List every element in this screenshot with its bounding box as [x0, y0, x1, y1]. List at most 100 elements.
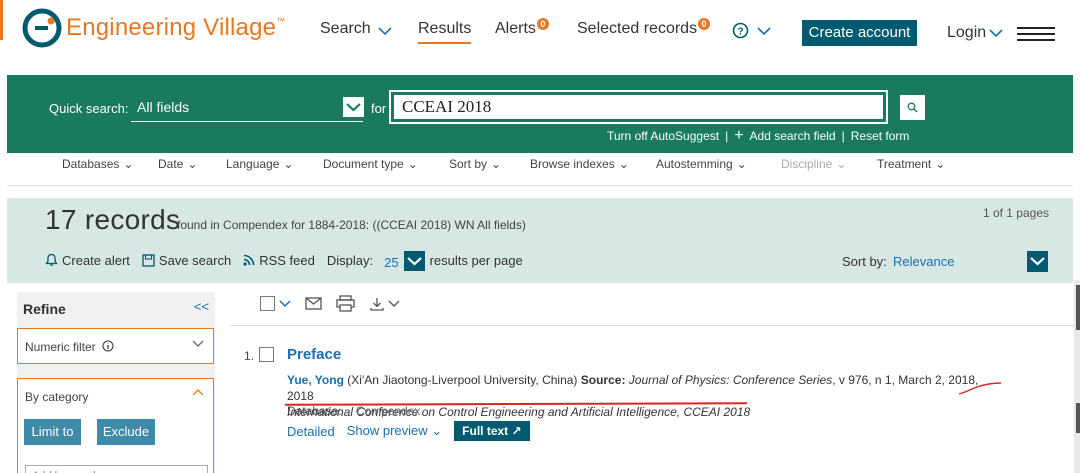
display-label: Display: [326, 252, 374, 268]
rss-icon [243, 254, 255, 266]
filter-label: Autostemming [656, 157, 733, 171]
logo-text: Engineering Village [66, 14, 277, 41]
filter-bar: Databases ⌄ Date ⌄ Language ⌄ Document type… [7, 153, 1073, 186]
filter-browse-indexes[interactable]: Browse indexes ⌄ [530, 157, 629, 171]
red-annotation-squiggle [958, 382, 1002, 395]
filter-label: Discipline [781, 157, 833, 171]
sort-select[interactable]: Relevance [893, 254, 1011, 269]
nav-alerts-label: Alerts [495, 20, 536, 37]
search-icon [907, 102, 918, 113]
nav-selected-records[interactable]: Selected records 0 [577, 18, 711, 38]
nav-login[interactable]: Login [947, 24, 1003, 42]
search-input[interactable]: CCEAI 2018 [389, 90, 888, 124]
filter-label: Sort by [449, 157, 488, 171]
numeric-filter-label: Numeric filter [25, 340, 96, 354]
ev-logo[interactable]: Engineering Village™ [22, 8, 285, 48]
chevron-down-icon: ⌄ [618, 157, 629, 171]
filter-databases[interactable]: Databases ⌄ [62, 157, 133, 171]
scrollbar-thumb[interactable] [1076, 285, 1080, 330]
search-info: found in Compendex for 1884-2018: ((CCEA… [177, 218, 526, 232]
chevron-down-icon: ⌄ [407, 157, 418, 171]
select-all-control[interactable] [260, 296, 291, 311]
search-links: Turn off AutoSuggest | + Add search fiel… [607, 127, 910, 144]
search-field-select[interactable]: All fields [131, 95, 363, 122]
detailed-link[interactable]: Detailed [287, 424, 335, 439]
database-row: Database: Compendex [287, 404, 420, 418]
filter-language[interactable]: Language ⌄ [226, 157, 293, 171]
create-account-button[interactable]: Create account [802, 20, 917, 46]
rss-feed-button[interactable]: RSS feed [243, 253, 315, 268]
select-all-checkbox[interactable] [260, 296, 275, 311]
collapse-refine-button[interactable]: << [194, 299, 209, 314]
ev-logo-icon [22, 8, 62, 48]
email-icon[interactable] [305, 297, 322, 310]
download-control[interactable] [369, 296, 400, 312]
nav-help[interactable]: ? [732, 22, 771, 39]
results-actions: Create alert Save search RSS feed Displa… [45, 250, 523, 271]
scrollbar-thumb-secondary[interactable] [1076, 403, 1080, 433]
bell-icon [45, 253, 58, 266]
filter-treatment[interactable]: Treatment ⌄ [877, 157, 945, 171]
filter-date[interactable]: Date ⌄ [158, 157, 197, 171]
create-alert-button[interactable]: Create alert [45, 253, 130, 268]
author-link[interactable]: Yue, Yong [287, 373, 344, 387]
chevron-up-icon[interactable] [192, 388, 204, 398]
sort-label: Sort by: [842, 254, 887, 269]
display-value[interactable]: 25 [384, 255, 398, 270]
filter-discipline: Discipline ⌄ [781, 157, 846, 171]
nav-login-label: Login [947, 24, 987, 41]
by-category-label[interactable]: By category [25, 390, 88, 404]
save-search-button[interactable]: Save search [142, 253, 231, 268]
nav-alerts[interactable]: Alerts 0 [495, 18, 549, 38]
save-search-label: Save search [158, 252, 232, 268]
show-preview-label: Show preview [346, 423, 428, 438]
filter-autostemming[interactable]: Autostemming ⌄ [656, 157, 747, 171]
alerts-badge: 0 [536, 18, 549, 30]
external-link-icon: ↗ [511, 424, 522, 438]
chevron-down-icon: ⌄ [123, 157, 134, 171]
limit-to-button[interactable]: Limit to [24, 419, 81, 445]
sort-chevron-icon[interactable] [1027, 251, 1048, 272]
refine-title: Refine [23, 301, 66, 317]
filter-label: Document type [323, 157, 404, 171]
logo-trademark: ™ [276, 16, 286, 26]
filter-label: Browse indexes [530, 157, 615, 171]
filter-label: Language [226, 157, 280, 171]
chevron-down-icon: ⌄ [431, 423, 443, 438]
hamburger-menu-icon[interactable] [1017, 27, 1055, 45]
search-button[interactable] [900, 95, 925, 120]
chevron-down-icon: ⌄ [935, 157, 946, 171]
full-text-button[interactable]: Full text ↗ [454, 421, 530, 441]
source-label: Source: [580, 373, 626, 387]
chevron-down-icon: ⌄ [187, 157, 198, 171]
chevron-down-icon [989, 29, 1003, 38]
chevron-down-icon [378, 27, 392, 36]
record-count: 17 records [45, 204, 181, 235]
numeric-filter-toggle[interactable]: Numeric filter [17, 328, 214, 364]
filter-document-type[interactable]: Document type ⌄ [323, 157, 418, 171]
filter-label: Treatment [877, 157, 932, 171]
nav-search[interactable]: Search [320, 20, 392, 38]
filter-label: Databases [62, 157, 120, 171]
plus-icon: + [734, 127, 744, 144]
filter-sort-by[interactable]: Sort by ⌄ [449, 157, 501, 171]
by-category-section: By category Limit to Exclude Add keyword [17, 378, 214, 473]
page-count: 1 of 1 pages [982, 206, 1049, 220]
filter-label: Date [158, 157, 184, 171]
field-select-chevron-icon[interactable] [343, 97, 364, 117]
autosuggest-toggle-link[interactable]: Turn off AutoSuggest [607, 129, 719, 143]
show-preview-link[interactable]: Show preview ⌄ [347, 423, 442, 439]
full-text-label: Full text [462, 424, 509, 438]
print-icon[interactable] [336, 295, 355, 312]
add-search-field-link[interactable]: Add search field [750, 129, 836, 143]
database-value: Compendex [355, 404, 421, 418]
result-checkbox[interactable] [259, 347, 274, 362]
nav-results[interactable]: Results [418, 20, 472, 44]
chevron-down-icon: ⌄ [836, 157, 847, 171]
chevron-down-icon [279, 300, 291, 308]
reset-form-link[interactable]: Reset form [851, 129, 910, 143]
result-title-link[interactable]: Preface [287, 346, 341, 363]
display-chevron-icon[interactable] [403, 251, 425, 271]
exclude-button[interactable]: Exclude [97, 419, 155, 445]
add-keyword-input[interactable]: Add keyword [25, 465, 208, 473]
